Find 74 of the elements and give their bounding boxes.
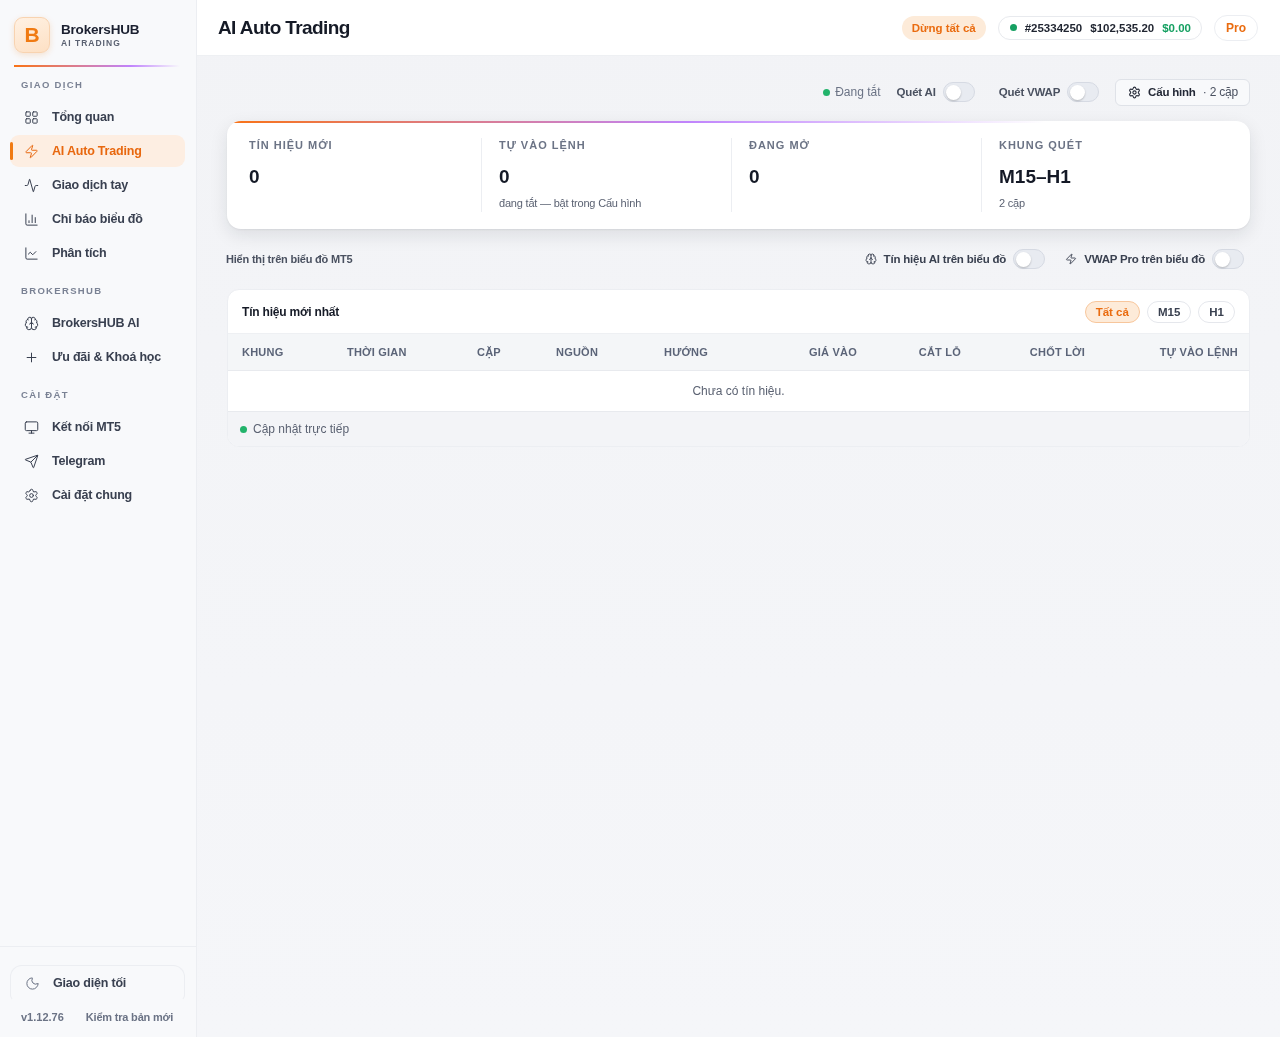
plus-icon: [24, 349, 39, 365]
brand-name: BrokersHUB: [61, 22, 140, 37]
stat-value: M15–H1: [999, 166, 1072, 188]
account-balance: $102,535.20: [1090, 21, 1155, 34]
column-header: KHUNG: [242, 346, 285, 358]
section-title: BROKERSHUB: [20, 284, 104, 298]
brand-tagline: AI TRADING: [61, 38, 122, 48]
version-text: v1.12.76: [21, 1011, 64, 1023]
nav-item[interactable]: Giao dịch tay: [10, 169, 185, 201]
brain-icon: [864, 253, 877, 265]
toggle-label: Quét VWAP: [998, 86, 1061, 98]
settings-icon: [24, 487, 39, 503]
grid-icon: [24, 109, 39, 125]
stat-value: 0: [249, 166, 261, 188]
status-dot-icon: [823, 88, 831, 96]
stat-value: 0: [499, 166, 511, 188]
section-title: GIAO DỊCH: [20, 78, 85, 92]
toggle-label: Tín hiệu AI trên biểu đồ: [883, 253, 1007, 265]
nav-item[interactable]: Chỉ báo biểu đồ: [10, 203, 185, 235]
stat-note: 2 cặp: [999, 197, 1026, 209]
stat-label: KHUNG QUÉT: [999, 138, 1084, 152]
toggle-label: VWAP Pro trên biểu đồ: [1084, 253, 1205, 265]
account-profit: $0.00: [1162, 21, 1191, 34]
pulse-line-icon: [24, 177, 39, 193]
toggle-switch[interactable]: [1013, 249, 1046, 269]
nav-item[interactable]: Telegram: [10, 445, 185, 477]
footer-text: Cập nhật trực tiếp: [253, 422, 350, 436]
line-chart-icon: [24, 245, 39, 261]
column-header: HƯỚNG: [664, 346, 710, 358]
toggle-switch[interactable]: [942, 82, 975, 102]
settings-icon: [1128, 85, 1142, 99]
stat-note: đang tắt — bật trong Cấu hình: [499, 197, 643, 209]
section-heading: Hiển thị trên biểu đồ MT5: [226, 253, 354, 265]
stat-label: TÍN HIỆU MỚI: [249, 138, 334, 152]
stat-value: 0: [749, 166, 761, 188]
empty-state-text: Chưa có tín hiệu.: [692, 384, 785, 398]
nav-item[interactable]: Cài đặt chung: [10, 479, 185, 511]
column-header: TỰ VÀO LỆNH: [1158, 346, 1238, 358]
toggle-label: Quét AI: [896, 86, 936, 98]
section-title: CÀI ĐẶT: [20, 388, 70, 402]
column-header: CẶP: [477, 346, 502, 358]
config-button[interactable]: Cấu hình · 2 cặp: [1115, 78, 1250, 106]
toggle-switch[interactable]: [1067, 82, 1100, 102]
filter-tab[interactable]: H1: [1198, 300, 1235, 323]
status-dot-icon: [240, 425, 247, 433]
nav-item[interactable]: Tổng quan: [10, 101, 185, 133]
lightning-bolt-icon: [1065, 253, 1078, 265]
status-dot-icon: [1009, 24, 1017, 31]
column-header: THỜI GIAN: [347, 346, 408, 358]
nav-item[interactable]: Phân tích: [10, 237, 185, 269]
toggle-switch[interactable]: [1212, 249, 1244, 269]
nav-item[interactable]: Kết nối MT5: [10, 411, 185, 443]
status-text: Đang tắt: [835, 85, 881, 99]
column-header: NGUỒN: [556, 346, 600, 358]
column-header: CHỐT LỜI: [1028, 346, 1085, 358]
stat-label: ĐANG MỞ: [749, 138, 811, 152]
card-title: Tín hiệu mới nhất: [242, 304, 341, 319]
bar-chart-icon: [24, 211, 39, 227]
brand-logo: B: [14, 17, 50, 53]
nav-item[interactable]: Ưu đãi & Khoá học: [10, 341, 185, 373]
theme-toggle-button[interactable]: Giao diện tối: [10, 965, 185, 1001]
stat-label: TỰ VÀO LỆNH: [499, 138, 587, 152]
paper-plane-icon: [24, 453, 39, 469]
nav-item[interactable]: BrokersHUB AI: [10, 307, 185, 339]
account-number: #25334250: [1024, 21, 1083, 34]
brain-icon: [24, 315, 39, 331]
page-title: AI Auto Trading: [218, 16, 351, 39]
update-link[interactable]: Kiểm tra bản mới: [85, 1011, 173, 1023]
moon-icon: [25, 975, 40, 991]
lightning-bolt-icon: [24, 143, 39, 159]
filter-tab[interactable]: M15: [1146, 300, 1192, 323]
column-header: GIÁ VÀO: [808, 346, 857, 358]
column-header: CẮT LỖ: [917, 346, 961, 358]
monitor-icon: [24, 419, 39, 435]
